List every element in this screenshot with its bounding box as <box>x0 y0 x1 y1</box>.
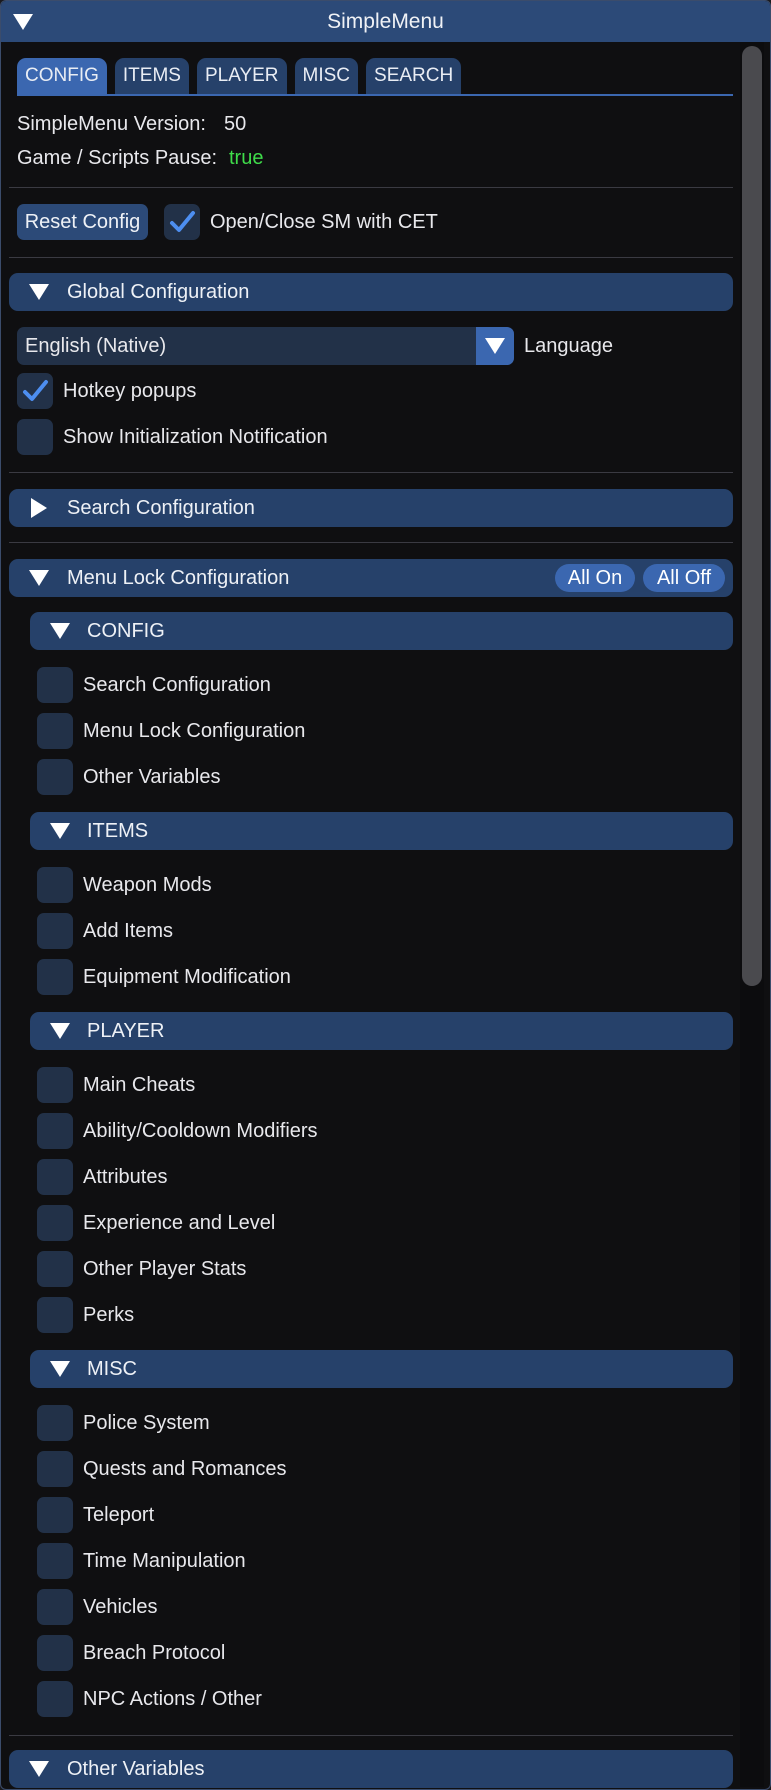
lock-item-label: Police System <box>83 1412 210 1434</box>
lock-checkbox[interactable] <box>37 1297 73 1333</box>
separator <box>9 187 733 188</box>
open-close-checkbox[interactable] <box>164 204 200 240</box>
other-variables-title: Other Variables <box>67 1758 205 1780</box>
tab-search[interactable]: SEARCH <box>366 58 462 94</box>
lock-item-label: Search Configuration <box>83 674 271 696</box>
init-notification-checkbox[interactable] <box>17 419 53 455</box>
lock-item-label: Other Variables <box>83 766 221 788</box>
chevron-down-icon <box>50 623 70 639</box>
lock-item-label: Quests and Romances <box>83 1458 287 1480</box>
chevron-down-icon <box>29 1761 49 1777</box>
hotkey-popups-label: Hotkey popups <box>63 380 197 402</box>
lock-item-label: Breach Protocol <box>83 1642 226 1664</box>
chevron-down-icon <box>50 1361 70 1377</box>
chevron-down-icon <box>50 823 70 839</box>
lock-item-label: Ability/Cooldown Modifiers <box>83 1120 318 1142</box>
open-close-label: Open/Close SM with CET <box>210 211 438 233</box>
pause-label: Game / Scripts Pause: <box>17 147 218 169</box>
lock-item-label: Attributes <box>83 1166 168 1188</box>
lock-checkbox[interactable] <box>37 1681 73 1717</box>
window-title: SimpleMenu <box>327 9 444 33</box>
lock-checkbox[interactable] <box>37 867 73 903</box>
language-label: Language <box>524 335 613 357</box>
lock-checkbox[interactable] <box>37 1067 73 1103</box>
tab-player[interactable]: PLAYER <box>196 58 287 94</box>
search-config-header[interactable]: Search Configuration <box>9 489 733 527</box>
lock-checkbox[interactable] <box>37 759 73 795</box>
lock-item-label: Menu Lock Configuration <box>83 720 306 742</box>
lock-checkbox[interactable] <box>37 1497 73 1533</box>
simplemenu-window: SimpleMenu CONFIG ITEMS PLAYER MISC SEAR… <box>0 0 771 1790</box>
scrollbar-thumb[interactable] <box>742 46 762 986</box>
chevron-down-icon <box>485 338 505 354</box>
tab-items[interactable]: ITEMS <box>114 58 189 94</box>
group-misc-header[interactable]: MISC <box>30 1350 733 1388</box>
group-config-title: CONFIG <box>87 620 165 642</box>
language-value: English (Native) <box>25 335 167 357</box>
collapse-window-icon[interactable] <box>13 14 33 30</box>
lock-checkbox[interactable] <box>37 667 73 703</box>
group-items-title: ITEMS <box>87 820 149 842</box>
lock-item-label: Other Player Stats <box>83 1258 247 1280</box>
reset-config-button[interactable]: Reset Config <box>17 204 148 240</box>
title-bar[interactable]: SimpleMenu <box>1 1 770 42</box>
init-notification-label: Show Initialization Notification <box>63 426 328 448</box>
menu-lock-title: Menu Lock Configuration <box>67 567 290 589</box>
lock-item-label: Equipment Modification <box>83 966 291 988</box>
lock-checkbox[interactable] <box>37 1405 73 1441</box>
lock-checkbox[interactable] <box>37 1543 73 1579</box>
tab-misc[interactable]: MISC <box>294 58 359 94</box>
checkmark-icon <box>170 211 195 232</box>
lock-checkbox[interactable] <box>37 1251 73 1287</box>
global-config-header[interactable]: Global Configuration <box>9 273 733 311</box>
lock-checkbox[interactable] <box>37 1113 73 1149</box>
lock-checkbox[interactable] <box>37 913 73 949</box>
hotkey-popups-checkbox[interactable] <box>17 373 53 409</box>
version-label: SimpleMenu Version: <box>17 113 206 135</box>
tab-bar: CONFIG ITEMS PLAYER MISC SEARCH <box>17 58 462 94</box>
lock-item-label: Weapon Mods <box>83 874 212 896</box>
separator <box>9 1735 733 1736</box>
separator <box>9 472 733 473</box>
chevron-right-icon <box>31 498 47 518</box>
group-player-title: PLAYER <box>87 1020 165 1042</box>
chevron-down-icon <box>29 284 49 300</box>
lock-checkbox[interactable] <box>37 1451 73 1487</box>
lock-checkbox[interactable] <box>37 1205 73 1241</box>
lock-item-label: Time Manipulation <box>83 1550 246 1572</box>
version-value: 50 <box>224 113 247 135</box>
tab-underline <box>17 94 733 96</box>
lock-checkbox[interactable] <box>37 1589 73 1625</box>
lock-item-label: NPC Actions / Other <box>83 1688 262 1710</box>
lock-checkbox[interactable] <box>37 959 73 995</box>
chevron-down-icon <box>50 1023 70 1039</box>
all-on-button[interactable]: All On <box>555 564 635 592</box>
lock-item-label: Vehicles <box>83 1596 158 1618</box>
lock-checkbox[interactable] <box>37 713 73 749</box>
language-select[interactable]: English (Native) <box>17 327 514 365</box>
group-config-header[interactable]: CONFIG <box>30 612 733 650</box>
group-items-header[interactable]: ITEMS <box>30 812 733 850</box>
all-off-button[interactable]: All Off <box>643 564 725 592</box>
scrollbar-track[interactable] <box>740 42 764 1787</box>
lock-item-label: Teleport <box>83 1504 155 1526</box>
separator <box>9 542 733 543</box>
language-dropdown-button[interactable] <box>476 327 514 365</box>
lock-item-label: Main Cheats <box>83 1074 196 1096</box>
lock-checkbox[interactable] <box>37 1159 73 1195</box>
checkmark-icon <box>23 380 48 401</box>
chevron-down-icon <box>29 570 49 586</box>
global-config-title: Global Configuration <box>67 281 250 303</box>
other-variables-header[interactable]: Other Variables <box>9 1750 733 1788</box>
pause-value: true <box>229 147 264 169</box>
lock-item-label: Experience and Level <box>83 1212 276 1234</box>
lock-checkbox[interactable] <box>37 1635 73 1671</box>
lock-item-label: Add Items <box>83 920 174 942</box>
lock-item-label: Perks <box>83 1304 135 1326</box>
tab-config[interactable]: CONFIG <box>17 58 107 94</box>
group-player-header[interactable]: PLAYER <box>30 1012 733 1050</box>
search-config-title: Search Configuration <box>67 497 255 519</box>
group-misc-title: MISC <box>87 1358 137 1380</box>
separator <box>9 257 733 258</box>
